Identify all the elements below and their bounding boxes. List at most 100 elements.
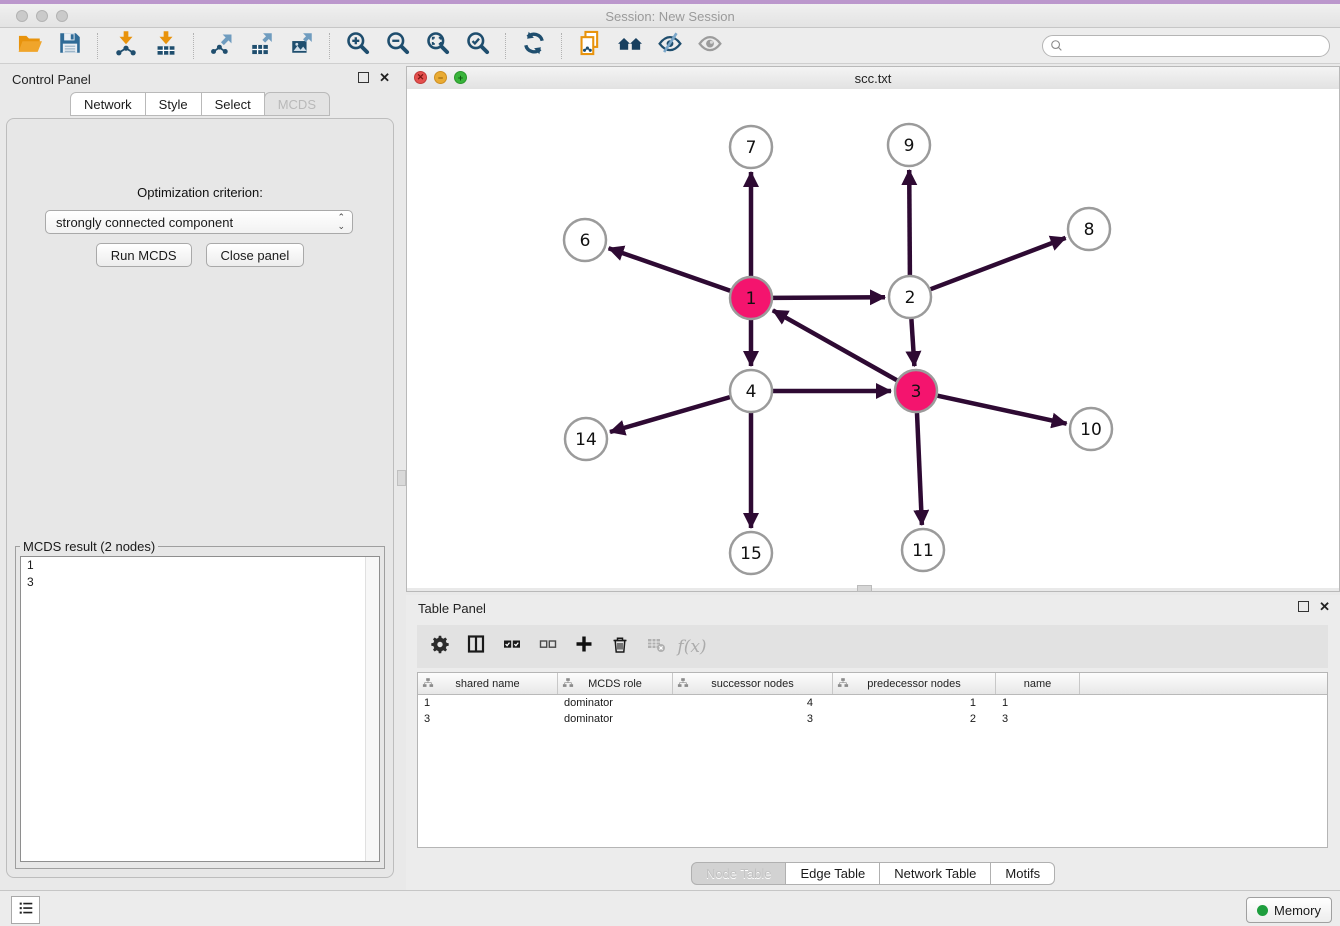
column-header-shared-name[interactable]: shared name <box>418 673 558 694</box>
tab-select[interactable]: Select <box>201 92 265 116</box>
close-table-panel-icon[interactable]: ✕ <box>1319 601 1330 612</box>
result-item: 3 <box>21 574 379 591</box>
horizontal-splitter-handle[interactable] <box>857 585 872 592</box>
zoom-in-button[interactable] <box>338 31 378 61</box>
task-history-button[interactable] <box>11 896 40 924</box>
hide-graphics-button[interactable] <box>650 31 690 61</box>
node-label: 3 <box>911 382 922 402</box>
mcds-result-group: MCDS result (2 nodes) 13 <box>15 539 385 869</box>
memory-label: Memory <box>1274 903 1321 918</box>
houses-button[interactable] <box>610 31 650 61</box>
toolbar-separator <box>329 33 331 59</box>
search-box <box>1042 35 1330 57</box>
column-settings-button[interactable] <box>425 632 455 662</box>
export-table-button[interactable] <box>242 31 282 61</box>
tab-edge-table[interactable]: Edge Table <box>785 862 880 885</box>
column-header-predecessor-nodes[interactable]: predecessor nodes <box>833 673 996 694</box>
vertical-splitter-handle[interactable] <box>397 470 406 486</box>
search-icon <box>1050 39 1064 58</box>
column-header-label: predecessor nodes <box>867 678 961 690</box>
network-window-titlebar[interactable]: ✕ − + scc.txt <box>407 67 1339 90</box>
tab-motifs[interactable]: Motifs <box>990 862 1055 885</box>
column-header-MCDS-role[interactable]: MCDS role <box>558 673 673 694</box>
graph-node-1[interactable]: 1 <box>730 277 772 319</box>
mcds-result-list[interactable]: 13 <box>20 556 380 862</box>
edge-1-6[interactable] <box>609 248 731 291</box>
graph-node-11[interactable]: 11 <box>902 529 944 571</box>
node-label: 8 <box>1084 220 1095 240</box>
create-column-button[interactable] <box>569 632 599 662</box>
table-cell: 1 <box>996 697 1080 709</box>
save-session-button[interactable] <box>50 31 90 61</box>
edge-3-10[interactable] <box>938 396 1067 424</box>
table-tabs: Node TableEdge TableNetwork TableMotifs <box>406 862 1340 885</box>
edge-2-3[interactable] <box>911 319 914 366</box>
tab-network[interactable]: Network <box>70 92 146 116</box>
node-label: 1 <box>746 289 757 309</box>
fx-icon: f(x) <box>677 637 706 657</box>
select-all-rows-button[interactable] <box>497 632 527 662</box>
float-table-panel-icon[interactable] <box>1298 601 1309 612</box>
table-toolbar: f(x) <box>417 625 1328 668</box>
graph-node-10[interactable]: 10 <box>1070 408 1112 450</box>
float-panel-icon[interactable] <box>358 72 369 83</box>
tab-mcds[interactable]: MCDS <box>264 92 330 116</box>
export-image-button[interactable] <box>282 31 322 61</box>
table-row[interactable]: 3dominator323 <box>418 711 1327 727</box>
table-cell: 1 <box>833 697 996 709</box>
graph-node-8[interactable]: 8 <box>1068 208 1110 250</box>
network-graph: 7 9 6 8 1 2 4 3 14 10 15 11 <box>407 89 1339 588</box>
zoom-out-button[interactable] <box>378 31 418 61</box>
edge-4-14[interactable] <box>610 397 730 432</box>
export-network-button[interactable] <box>202 31 242 61</box>
tab-node-table[interactable]: Node Table <box>691 862 787 885</box>
zoom-selected-button[interactable] <box>458 31 498 61</box>
graph-node-14[interactable]: 14 <box>565 418 607 460</box>
graph-node-9[interactable]: 9 <box>888 124 930 166</box>
toolbar-separator <box>193 33 195 59</box>
delete-table-button <box>641 632 671 662</box>
close-panel-button[interactable]: Close panel <box>206 243 305 267</box>
deselect-all-rows-button[interactable] <box>533 632 563 662</box>
graph-node-3[interactable]: 3 <box>895 370 937 412</box>
duplicate-network-button[interactable] <box>570 31 610 61</box>
plus-icon <box>574 634 594 659</box>
result-scrollbar[interactable] <box>365 557 379 861</box>
toggle-columns-button[interactable] <box>461 632 491 662</box>
tab-network-table[interactable]: Network Table <box>879 862 991 885</box>
edge-1-2[interactable] <box>773 297 885 298</box>
result-item: 1 <box>21 557 379 574</box>
close-panel-icon[interactable]: ✕ <box>379 72 390 83</box>
graph-node-15[interactable]: 15 <box>730 532 772 574</box>
edge-3-11[interactable] <box>917 413 922 525</box>
graph-node-6[interactable]: 6 <box>564 219 606 261</box>
node-label: 15 <box>740 544 762 564</box>
open-session-button[interactable] <box>10 31 50 61</box>
graph-node-7[interactable]: 7 <box>730 126 772 168</box>
table-cell: 4 <box>673 697 833 709</box>
export-table-icon <box>249 30 275 61</box>
zoom-fit-button[interactable] <box>418 31 458 61</box>
delete-columns-button[interactable] <box>605 632 635 662</box>
import-network-button[interactable] <box>106 31 146 61</box>
apply-layout-button[interactable] <box>514 31 554 61</box>
import-table-button[interactable] <box>146 31 186 61</box>
eye-icon <box>697 30 723 61</box>
column-header-successor-nodes[interactable]: successor nodes <box>673 673 833 694</box>
graph-node-4[interactable]: 4 <box>730 370 772 412</box>
run-mcds-button[interactable]: Run MCDS <box>96 243 192 267</box>
table-row[interactable]: 1dominator411 <box>418 695 1327 711</box>
column-header-name[interactable]: name <box>996 673 1080 694</box>
edge-2-8[interactable] <box>931 238 1066 289</box>
memory-button[interactable]: Memory <box>1246 897 1332 923</box>
network-canvas[interactable]: 7 9 6 8 1 2 4 3 14 10 15 11 <box>407 89 1339 588</box>
edge-2-9[interactable] <box>909 170 910 275</box>
node-label: 10 <box>1080 420 1102 440</box>
tab-style[interactable]: Style <box>145 92 202 116</box>
search-input[interactable] <box>1042 35 1330 57</box>
tree-icon <box>677 677 689 692</box>
graph-node-2[interactable]: 2 <box>889 276 931 318</box>
edge-3-1[interactable] <box>773 310 897 380</box>
folder-open-icon <box>17 30 43 61</box>
criterion-dropdown[interactable]: strongly connected component ⌃⌄ <box>45 210 353 234</box>
